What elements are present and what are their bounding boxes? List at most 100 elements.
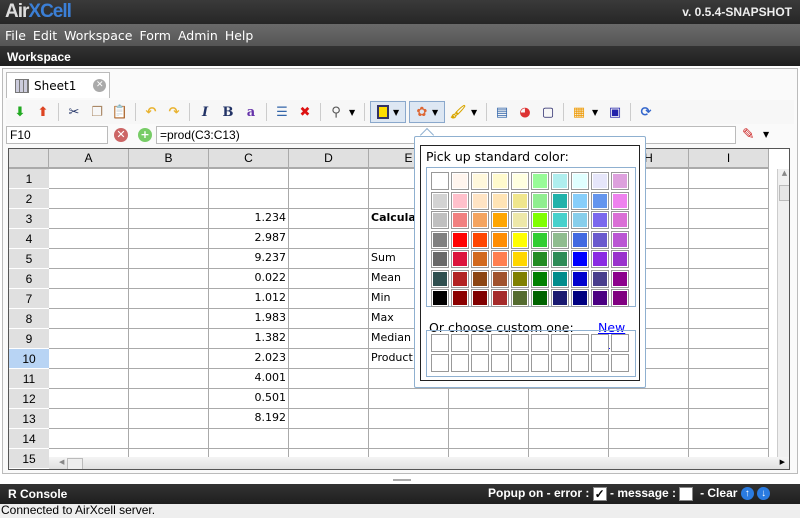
custom-color-slot[interactable] <box>471 334 489 352</box>
horizontal-scrollbar[interactable]: ◀ ▶ <box>49 457 789 469</box>
frame-icon[interactable]: ▢ <box>538 102 558 122</box>
cell-I5[interactable] <box>689 249 769 269</box>
cell-C14[interactable] <box>209 429 289 449</box>
color-swatch[interactable] <box>511 191 529 210</box>
cell-I3[interactable] <box>689 209 769 229</box>
cell-A7[interactable] <box>49 289 129 309</box>
row-header[interactable]: 14 <box>9 429 49 449</box>
color-swatch[interactable] <box>611 289 629 307</box>
menu-edit[interactable]: Edit <box>33 28 57 43</box>
cell-D2[interactable] <box>289 189 369 209</box>
cell-G13[interactable] <box>529 409 609 429</box>
color-swatch[interactable] <box>571 250 589 268</box>
color-swatch[interactable] <box>451 191 469 210</box>
cell-H12[interactable] <box>609 389 689 409</box>
cell-A9[interactable] <box>49 329 129 349</box>
color-swatch[interactable] <box>571 172 589 190</box>
cell-B4[interactable] <box>129 229 209 249</box>
cell-D14[interactable] <box>289 429 369 449</box>
cell-I13[interactable] <box>689 409 769 429</box>
row-header[interactable]: 15 <box>9 449 49 469</box>
clear-button[interactable]: - Clear <box>700 486 737 500</box>
color-swatch[interactable] <box>471 172 489 190</box>
color-swatch[interactable] <box>531 230 549 249</box>
color-swatch[interactable] <box>591 250 609 268</box>
color-swatch[interactable] <box>451 269 469 288</box>
cell-F14[interactable] <box>449 429 529 449</box>
color-swatch[interactable] <box>531 211 549 229</box>
cell-A12[interactable] <box>49 389 129 409</box>
color-swatch[interactable] <box>551 191 569 210</box>
color-swatch[interactable] <box>431 289 449 307</box>
color-swatch[interactable] <box>551 211 569 229</box>
row-header[interactable]: 9 <box>9 329 49 349</box>
color-swatch[interactable] <box>531 172 549 190</box>
custom-color-slot[interactable] <box>431 354 449 372</box>
error-checkbox[interactable]: ✓ <box>592 486 607 501</box>
color-swatch[interactable] <box>571 230 589 249</box>
cell-C9[interactable]: 1.382 <box>209 329 289 349</box>
cell-A13[interactable] <box>49 409 129 429</box>
cell-B12[interactable] <box>129 389 209 409</box>
fill-color-button[interactable]: ✿ ▼ <box>409 101 445 123</box>
color-swatch[interactable] <box>451 250 469 268</box>
custom-color-slot[interactable] <box>531 334 549 352</box>
cell-A6[interactable] <box>49 269 129 289</box>
cancel-icon[interactable]: ✕ <box>114 128 128 142</box>
color-swatch[interactable] <box>591 211 609 229</box>
cell-B2[interactable] <box>129 189 209 209</box>
column-header[interactable]: D <box>289 149 369 169</box>
custom-color-slot[interactable] <box>571 334 589 352</box>
color-swatch[interactable] <box>611 172 629 190</box>
row-header[interactable]: 5 <box>9 249 49 269</box>
color-swatch[interactable] <box>551 230 569 249</box>
color-swatch[interactable] <box>591 269 609 288</box>
cell-D8[interactable] <box>289 309 369 329</box>
cell-E12[interactable] <box>369 389 449 409</box>
cell-C4[interactable]: 2.987 <box>209 229 289 249</box>
color-swatch[interactable] <box>611 269 629 288</box>
cell-C5[interactable]: 9.237 <box>209 249 289 269</box>
row-header[interactable]: 1 <box>9 169 49 189</box>
cell-I7[interactable] <box>689 289 769 309</box>
copy-icon[interactable]: ❐ <box>87 102 107 122</box>
color-swatch[interactable] <box>491 211 509 229</box>
redo-icon[interactable]: ↷ <box>164 102 184 122</box>
cell-I2[interactable] <box>689 189 769 209</box>
cell-D7[interactable] <box>289 289 369 309</box>
bold-icon[interactable]: B <box>218 102 238 122</box>
color-swatch[interactable] <box>431 230 449 249</box>
cell-I1[interactable] <box>689 169 769 189</box>
color-swatch[interactable] <box>431 191 449 210</box>
import-icon[interactable]: ⬇ <box>10 102 30 122</box>
color-swatch[interactable] <box>591 289 609 307</box>
row-header[interactable]: 2 <box>9 189 49 209</box>
color-swatch[interactable] <box>511 269 529 288</box>
color-swatch[interactable] <box>551 250 569 268</box>
color-swatch[interactable] <box>491 269 509 288</box>
dropdown-arrow-icon[interactable]: ▼ <box>592 108 602 117</box>
cell-A14[interactable] <box>49 429 129 449</box>
cell-D13[interactable] <box>289 409 369 429</box>
close-tab-icon[interactable]: ✕ <box>93 79 107 92</box>
color-swatch[interactable] <box>471 191 489 210</box>
cell-B11[interactable] <box>129 369 209 389</box>
cell-name-box[interactable] <box>6 126 108 144</box>
color-swatch[interactable] <box>431 250 449 268</box>
column-header[interactable]: A <box>49 149 129 169</box>
custom-color-slot[interactable] <box>451 354 469 372</box>
splitter-handle[interactable] <box>393 479 411 481</box>
row-header[interactable]: 4 <box>9 229 49 249</box>
custom-color-slot[interactable] <box>531 354 549 372</box>
cell-D1[interactable] <box>289 169 369 189</box>
cell-D5[interactable] <box>289 249 369 269</box>
color-swatch[interactable] <box>451 211 469 229</box>
color-swatch[interactable] <box>471 250 489 268</box>
arrow-up-icon[interactable]: ↑ <box>740 487 754 501</box>
cell-E14[interactable] <box>369 429 449 449</box>
cell-C1[interactable] <box>209 169 289 189</box>
color-swatch[interactable] <box>551 289 569 307</box>
cell-A4[interactable] <box>49 229 129 249</box>
italic-icon[interactable]: I <box>195 102 215 122</box>
custom-color-slot[interactable] <box>451 334 469 352</box>
